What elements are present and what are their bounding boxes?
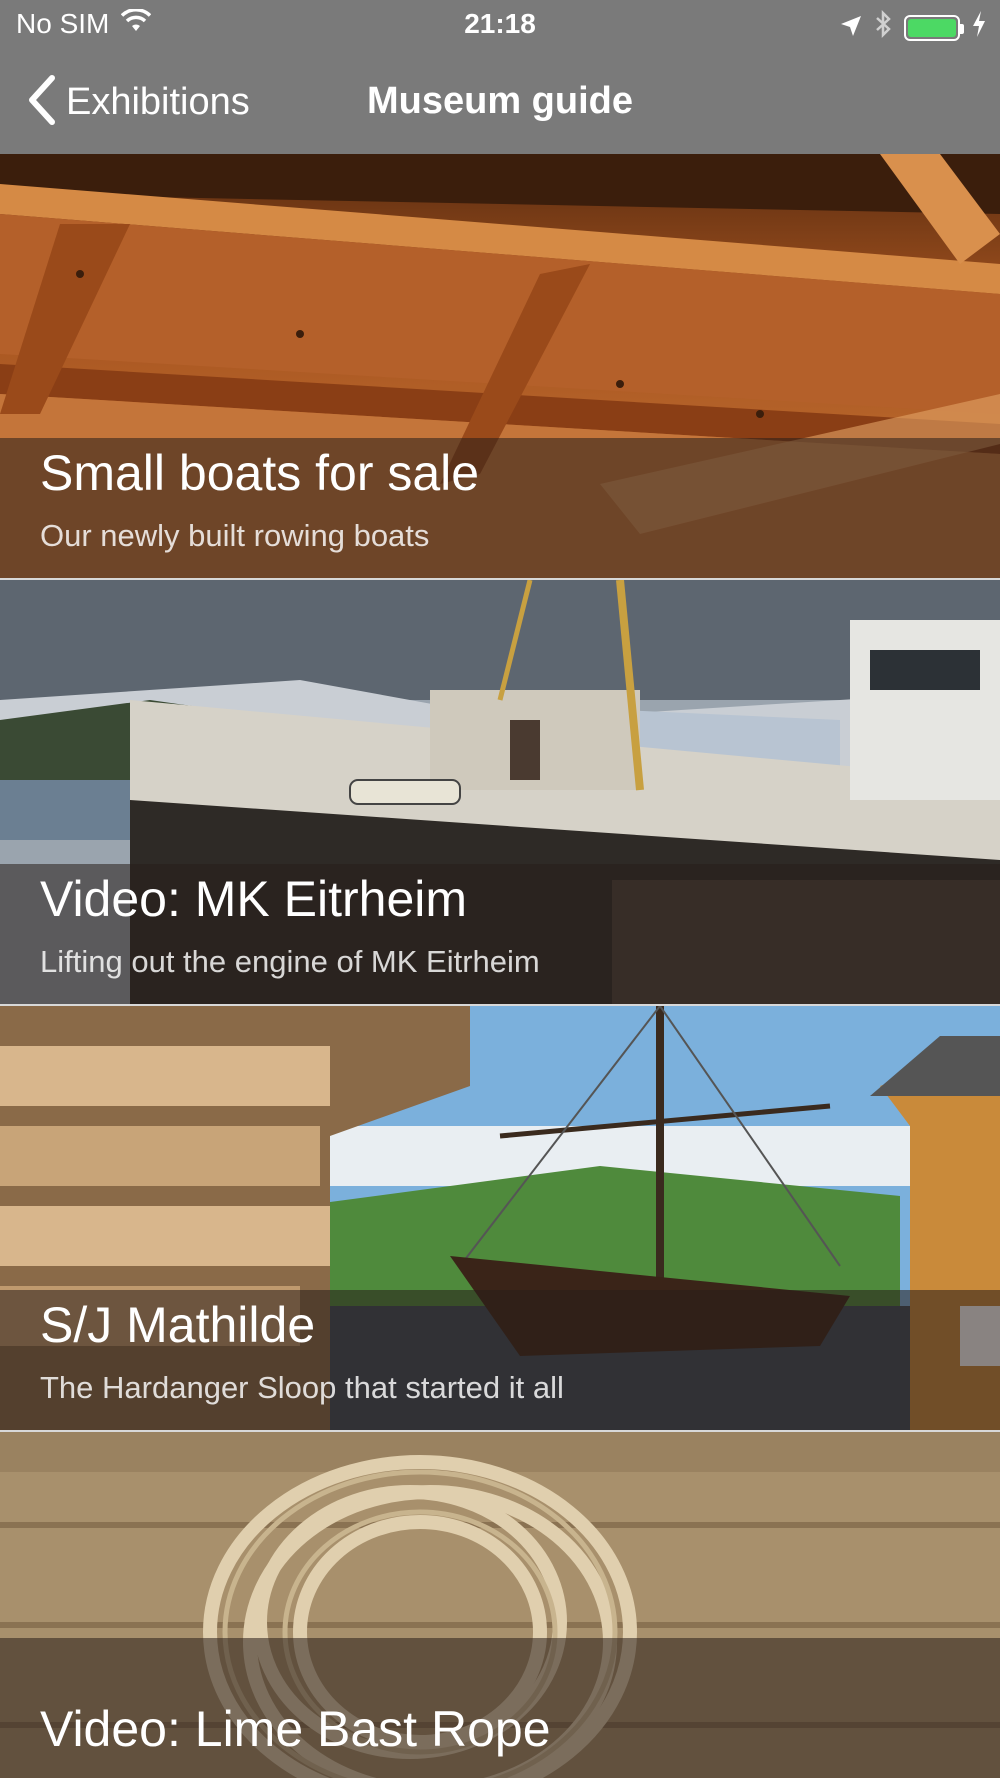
exhibit-card-sj-mathilde[interactable]: S/J Mathilde The Hardanger Sloop that st… [0,1006,1000,1430]
battery-level [908,18,956,37]
navigation-bar: Exhibitions Museum guide [0,50,1000,154]
exhibit-card-small-boats[interactable]: Small boats for sale Our newly built row… [0,154,1000,578]
status-right [840,9,986,45]
card-title: Video: Lime Bast Rope [40,1701,551,1757]
card-title: Video: MK Eitrheim [40,871,468,927]
card-title: S/J Mathilde [40,1297,316,1353]
status-bar: No SIM 21:18 [0,0,1000,50]
battery-icon [904,14,964,41]
card-subtitle: Lifting out the engine of MK Eitrheim [40,944,540,979]
bluetooth-icon [874,9,892,45]
page-title: Museum guide [366,80,634,122]
card-title: Small boats for sale [40,445,480,501]
exhibit-card-mk-eitrheim[interactable]: Video: MK Eitrheim Lifting out the engin… [0,580,1000,1004]
card-subtitle: The Hardanger Sloop that started it all [40,1370,564,1405]
exhibit-card-lime-bast-rope[interactable]: Video: Lime Bast Rope [0,1432,1000,1778]
charging-bolt-icon [972,11,986,44]
museum-guide-screen: No SIM 21:18 Exhibitions Museum guide Sm… [0,0,1000,1778]
card-subtitle: Our newly built rowing boats [40,518,430,553]
location-arrow-icon [840,12,862,44]
